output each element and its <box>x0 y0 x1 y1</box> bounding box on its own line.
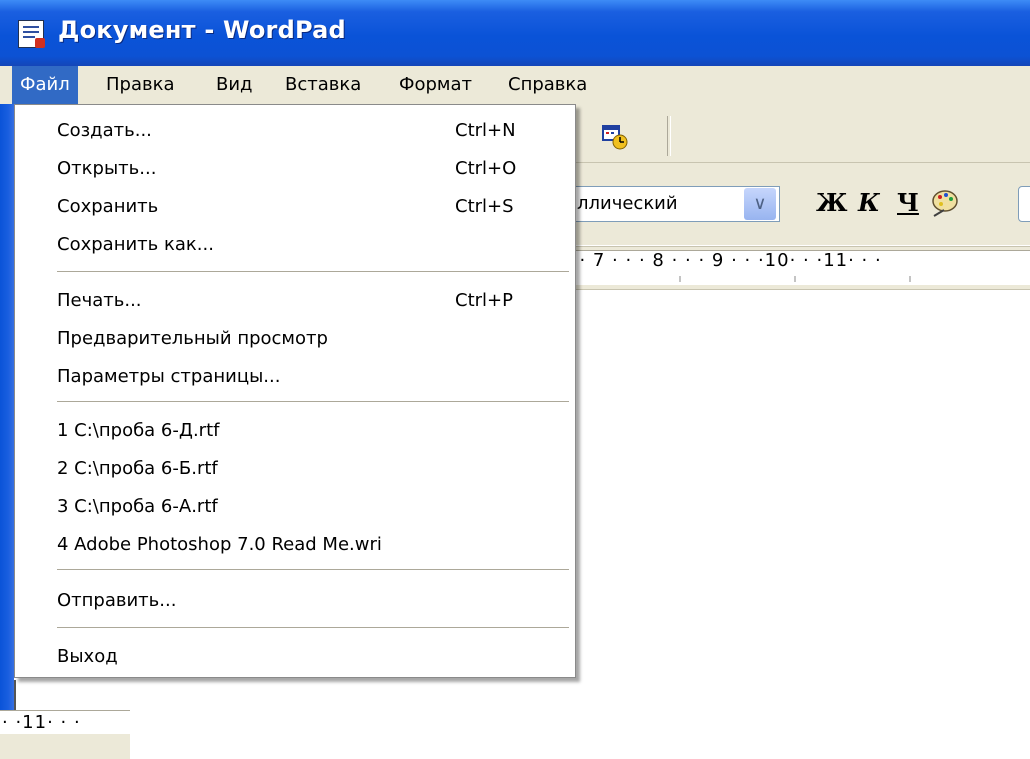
file-menu-dropdown: Создать... Ctrl+N Открыть... Ctrl+O Сохр… <box>14 104 576 678</box>
bold-button[interactable]: Ж <box>816 188 848 217</box>
status-bar <box>0 734 130 759</box>
menu-item-save[interactable]: Сохранить <box>57 189 158 225</box>
title-bar: Документ - WordPad <box>0 0 1030 66</box>
shortcut-open: Ctrl+O <box>455 158 517 179</box>
menu-bar: Файл Правка Вид Вставка Формат Справка <box>0 66 1030 105</box>
menu-insert[interactable]: Вставка <box>277 66 369 104</box>
menu-item-open[interactable]: Открыть... <box>57 151 156 187</box>
menu-item-page-setup[interactable]: Параметры страницы... <box>57 359 280 395</box>
menu-item-recent-4[interactable]: 4 Adobe Photoshop 7.0 Read Me.wri <box>57 527 382 563</box>
menu-item-recent-2[interactable]: 2 C:\проба 6-Б.rtf <box>57 451 218 487</box>
shortcut-print: Ctrl+P <box>455 290 513 311</box>
menu-item-recent-3[interactable]: 3 C:\проба 6-А.rtf <box>57 489 218 525</box>
wordpad-app-icon[interactable] <box>18 20 45 48</box>
bottom-ruler-numbers: · ·11· · · <box>2 712 81 733</box>
ruler-tick-marks <box>679 276 911 282</box>
chevron-down-icon[interactable]: ∨ <box>744 188 776 220</box>
color-button[interactable] <box>928 186 962 220</box>
menu-item-new[interactable]: Создать... <box>57 113 152 149</box>
menu-item-print-preview[interactable]: Предварительный просмотр <box>57 321 328 357</box>
shortcut-save: Ctrl+S <box>455 196 514 217</box>
shortcut-new: Ctrl+N <box>455 120 516 141</box>
text-cursor <box>14 680 16 710</box>
menu-edit[interactable]: Правка <box>98 66 183 104</box>
window-frame-left <box>0 104 14 710</box>
menu-file[interactable]: Файл <box>12 66 78 104</box>
menu-item-exit[interactable]: Выход <box>57 639 118 675</box>
menu-separator <box>57 401 569 402</box>
italic-button[interactable]: К <box>858 188 880 217</box>
menu-separator <box>57 271 569 272</box>
menu-format[interactable]: Формат <box>391 66 480 104</box>
window-title: Документ - WordPad <box>58 16 346 44</box>
palette-icon <box>932 190 958 217</box>
menu-item-recent-1[interactable]: 1 C:\проба 6-Д.rtf <box>57 413 219 449</box>
menu-item-send[interactable]: Отправить... <box>57 583 176 619</box>
toolbar-separator <box>667 116 671 156</box>
menu-separator <box>57 569 569 570</box>
menu-help[interactable]: Справка <box>500 66 595 104</box>
ruler-numbers: · · 7 · · · 8 · · · 9 · · ·10· · ·11· · … <box>566 250 882 271</box>
underline-button[interactable]: Ч <box>897 188 919 217</box>
menu-item-save-as[interactable]: Сохранить как... <box>57 227 214 263</box>
menu-view[interactable]: Вид <box>208 66 261 104</box>
insert-date-time-button[interactable] <box>600 122 630 152</box>
menu-separator <box>57 627 569 628</box>
calendar-clock-icon <box>602 125 628 150</box>
menu-item-print[interactable]: Печать... <box>57 283 142 319</box>
font-size-field[interactable] <box>1018 186 1030 222</box>
